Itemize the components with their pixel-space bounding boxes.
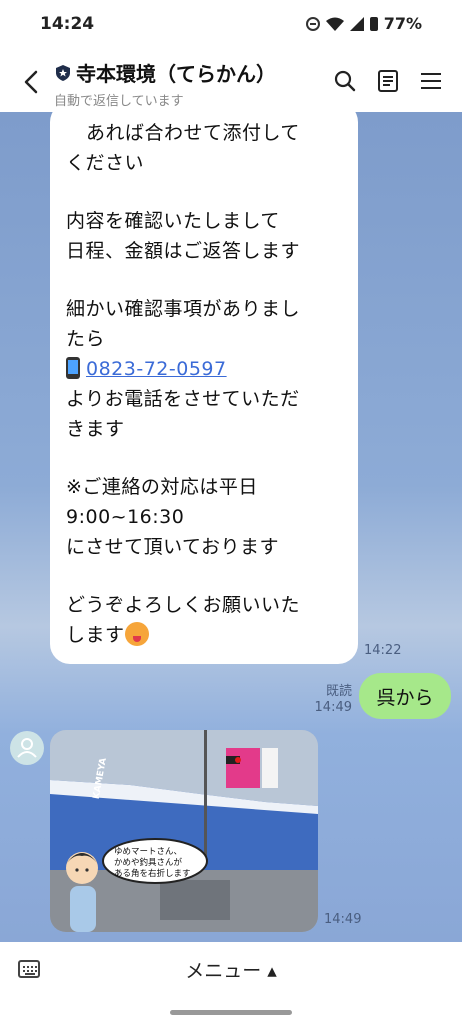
message-line: どうぞよろしくお願いいた	[66, 594, 301, 616]
message-line: 細かい確認事項がありまし	[66, 298, 301, 320]
store-photo: ゆめマートさん、 かめや釣具さんが ある角を右折します KAMEYA	[50, 730, 318, 932]
avatar[interactable]	[10, 731, 44, 765]
phone-number-link[interactable]: 0823-72-0597	[86, 358, 227, 380]
message-gap	[66, 444, 342, 472]
message-gap	[66, 562, 342, 590]
message-time: 14:49	[314, 700, 352, 715]
chat-header: 寺本環境（てらかん） 自動で返信しています	[0, 52, 462, 112]
read-receipt: 既読	[325, 684, 352, 699]
status-time: 14:24	[40, 14, 95, 34]
message-line: にさせて頂いております	[66, 536, 279, 558]
chat-title-text: 寺本環境（てらかん）	[76, 62, 276, 86]
message-line: あれば合わせて添付して	[86, 122, 300, 144]
image-time: 14:49	[324, 912, 362, 927]
rich-menu-toggle[interactable]: メニュー ▴	[0, 956, 462, 983]
mobile-phone-icon	[66, 357, 80, 379]
status-bar: 14:24 77%	[0, 0, 462, 52]
message-line: たら	[66, 328, 106, 350]
message-gap	[66, 178, 342, 206]
home-indicator[interactable]	[170, 1010, 292, 1015]
message-line: 日程、金額はご返答します	[66, 240, 301, 262]
bottom-bar: メニュー ▴	[0, 942, 462, 1026]
message-gap	[66, 266, 342, 294]
person-icon	[17, 738, 37, 758]
message-line: きます	[66, 418, 125, 440]
verified-shield-icon	[56, 64, 70, 81]
message-line: ※ご連絡の対応は平日	[66, 476, 258, 498]
message-line: ください	[66, 152, 145, 174]
tongue-face-emoji-icon	[124, 622, 149, 646]
back-icon[interactable]	[18, 66, 46, 98]
phone-line: 0823-72-0597	[66, 354, 342, 384]
auto-reply-status: 自動で返信しています	[54, 94, 184, 109]
message-line: します	[66, 624, 125, 646]
image-message[interactable]: ゆめマートさん、 かめや釣具さんが ある角を右折します KAMEYA	[50, 730, 318, 932]
chat-title[interactable]: 寺本環境（てらかん）	[56, 58, 276, 87]
image-caption-line: ある角を右折します	[114, 868, 191, 879]
notes-icon[interactable]	[375, 68, 401, 94]
image-caption-line: かめや釣具さんが	[114, 857, 183, 868]
image-caption-line: ゆめマートさん、	[114, 847, 182, 857]
battery-level: 77%	[383, 14, 422, 33]
incoming-message-bubble[interactable]: あれば合わせて添付して ください 内容を確認いたしまして 日程、金額はご返答しま…	[50, 112, 358, 664]
do-not-disturb-icon	[305, 16, 320, 31]
message-line: 内容を確認いたしまして	[66, 210, 280, 232]
chat-area[interactable]: あれば合わせて添付して ください 内容を確認いたしまして 日程、金額はご返答しま…	[0, 112, 462, 942]
message-line: よりお電話をさせていただ	[66, 388, 300, 410]
message-line-with-emoji: します	[66, 620, 342, 650]
message-time: 14:22	[364, 643, 402, 658]
message-line: 9:00~16:30	[66, 506, 185, 528]
status-icons: 77%	[305, 14, 422, 33]
wifi-icon	[325, 17, 344, 31]
signal-icon	[349, 16, 364, 31]
battery-icon	[369, 16, 378, 31]
search-icon[interactable]	[332, 68, 358, 94]
outgoing-message-bubble[interactable]: 呉から	[359, 673, 451, 719]
menu-icon[interactable]	[418, 68, 444, 94]
